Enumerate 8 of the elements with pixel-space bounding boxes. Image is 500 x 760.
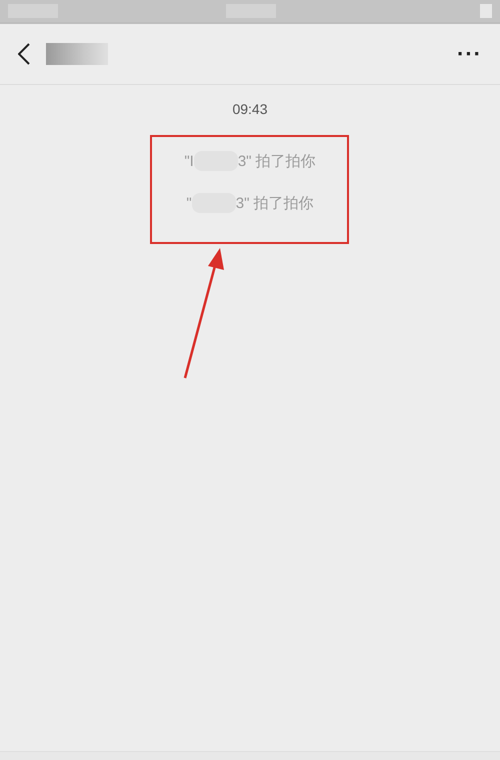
notice-quote: "I — [184, 152, 194, 170]
back-icon[interactable] — [18, 43, 30, 65]
notice-quote: " — [186, 194, 192, 212]
notice-text: 3" 拍了拍你 — [236, 194, 314, 212]
message-time: 09:43 — [232, 101, 268, 117]
notice-text: 3" 拍了拍你 — [238, 152, 316, 170]
redacted-title — [46, 43, 108, 65]
more-button[interactable]: ··· — [457, 41, 482, 67]
